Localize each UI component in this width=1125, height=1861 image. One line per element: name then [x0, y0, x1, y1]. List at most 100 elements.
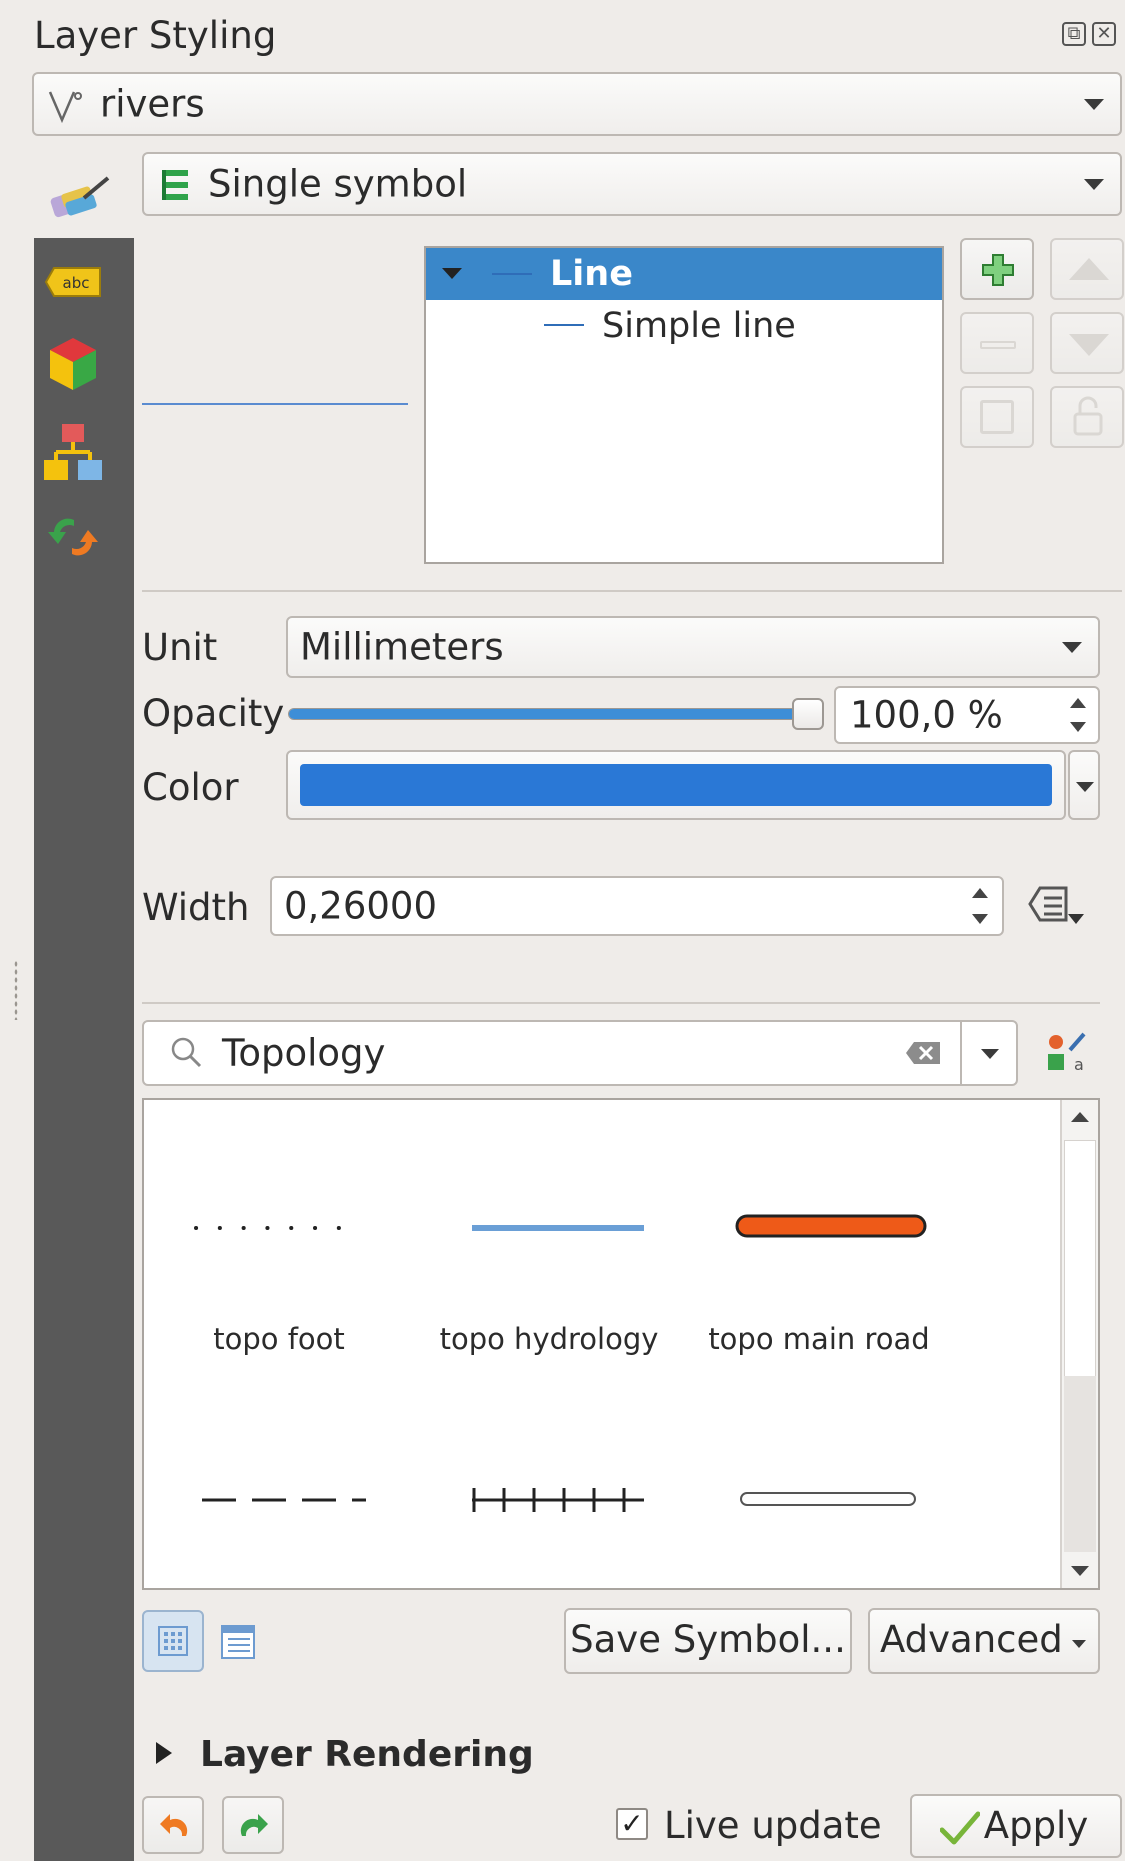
symbol-preview	[142, 403, 408, 405]
symbol-preview-railway[interactable]	[470, 1482, 646, 1518]
width-spinbox[interactable]: 0,26000	[270, 876, 1004, 936]
separator	[142, 1002, 1100, 1004]
renderer-select-value: Single symbol	[208, 162, 468, 206]
minus-icon	[980, 341, 1016, 349]
separator	[142, 590, 1122, 592]
spin-up-icon[interactable]	[1070, 698, 1086, 708]
chevron-down-icon	[1084, 99, 1104, 110]
scroll-thumb[interactable]	[1064, 1140, 1096, 1396]
opacity-slider-handle[interactable]	[792, 698, 824, 730]
symbol-preview-dashed[interactable]	[200, 1490, 370, 1510]
redo-button[interactable]	[222, 1796, 284, 1854]
expand-triangle-icon[interactable]	[442, 268, 462, 279]
layer-select[interactable]: rivers	[32, 72, 1122, 136]
history-undo-redo-icon[interactable]	[44, 510, 102, 564]
advanced-button[interactable]: Advanced	[868, 1608, 1100, 1674]
color-button[interactable]	[286, 750, 1066, 820]
plus-icon	[982, 254, 1014, 286]
diagrams-icon[interactable]	[42, 420, 102, 482]
svg-text:abc: abc	[63, 274, 90, 292]
scroll-up-icon[interactable]	[1071, 1112, 1089, 1122]
live-update-checkbox[interactable]: ✓	[616, 1808, 648, 1840]
live-update-label[interactable]: Live update	[664, 1804, 882, 1847]
style-manager-icon[interactable]: a	[1044, 1030, 1090, 1076]
save-symbol-label: Save Symbol...	[570, 1618, 846, 1661]
labels-abc-icon[interactable]: abc	[44, 264, 104, 300]
save-symbol-button[interactable]: Save Symbol...	[564, 1608, 852, 1674]
search-history-dropdown[interactable]	[960, 1022, 1016, 1084]
color-menu-button[interactable]	[1068, 750, 1100, 820]
symbol-label-topo-foot: topo foot	[213, 1322, 345, 1356]
search-icon	[171, 1037, 202, 1068]
add-symbol-layer-button[interactable]	[960, 238, 1034, 300]
symbol-preview-blue-line[interactable]	[470, 1218, 646, 1238]
library-scrollbar[interactable]	[1060, 1100, 1098, 1588]
svg-text:a: a	[1074, 1055, 1084, 1074]
duplicate-symbol-layer-button[interactable]	[960, 386, 1034, 448]
float-panel-icon[interactable]: ⧉	[1062, 22, 1086, 46]
symbol-search-input[interactable]: Topology	[142, 1020, 1018, 1086]
expand-layer-rendering-icon[interactable]	[156, 1742, 172, 1764]
layer-rendering-label[interactable]: Layer Rendering	[200, 1734, 534, 1775]
opacity-spinbox[interactable]: 100,0 %	[834, 686, 1100, 744]
advanced-label: Advanced	[880, 1618, 1063, 1661]
scroll-track[interactable]	[1064, 1376, 1096, 1552]
symbol-library-view[interactable]: topo foot topo hydrology topo main road	[142, 1098, 1100, 1590]
apply-button[interactable]: Apply	[910, 1794, 1122, 1858]
opacity-value: 100,0 %	[850, 693, 1003, 737]
opacity-slider-fill	[289, 709, 823, 719]
width-label: Width	[142, 886, 250, 929]
single-symbol-icon	[162, 170, 188, 200]
undo-icon	[160, 1814, 188, 1836]
list-view-icon[interactable]	[220, 1624, 256, 1660]
clear-text-icon[interactable]	[904, 1040, 942, 1066]
chevron-down-icon	[1072, 1640, 1086, 1648]
opacity-label: Opacity	[142, 692, 285, 735]
opacity-slider-track[interactable]	[288, 708, 824, 720]
symbology-paintbrush-icon[interactable]	[48, 168, 114, 224]
redo-icon	[240, 1814, 268, 1836]
chevron-down-icon	[981, 1049, 999, 1059]
splitter-handle[interactable]	[14, 960, 18, 1020]
spin-down-icon[interactable]	[1070, 722, 1086, 732]
symbol-label-topo-main-road: topo main road	[708, 1322, 930, 1356]
tree-item-simple-line[interactable]: Simple line	[426, 300, 942, 352]
unit-select[interactable]: Millimeters	[286, 616, 1100, 678]
3d-view-cube-icon[interactable]	[46, 334, 100, 394]
chevron-down-icon	[1076, 782, 1094, 792]
symbol-layer-tree[interactable]: Line Simple line	[424, 246, 944, 564]
spin-down-icon[interactable]	[972, 914, 988, 924]
width-value: 0,26000	[284, 884, 438, 928]
unit-select-value: Millimeters	[300, 625, 504, 669]
icon-view-button[interactable]	[142, 1610, 204, 1672]
undo-button[interactable]	[142, 1796, 204, 1854]
remove-symbol-layer-button[interactable]	[960, 312, 1034, 374]
arrow-down-icon	[1069, 334, 1109, 356]
grid-view-icon	[158, 1626, 188, 1656]
arrow-up-icon	[1069, 258, 1109, 280]
move-down-button[interactable]	[1050, 312, 1124, 374]
spin-up-icon[interactable]	[972, 888, 988, 898]
symbol-preview-outline-road[interactable]	[738, 1488, 918, 1512]
checkmark-icon	[940, 1811, 980, 1845]
color-swatch	[300, 764, 1052, 806]
left-edge	[0, 0, 32, 1861]
scroll-down-icon[interactable]	[1071, 1566, 1089, 1576]
renderer-select[interactable]: Single symbol	[142, 152, 1122, 216]
lock-symbol-layer-button[interactable]	[1050, 386, 1124, 448]
symbol-label-topo-hydrology: topo hydrology	[439, 1322, 659, 1356]
symbol-preview-dotted[interactable]	[192, 1218, 362, 1238]
tree-item-line[interactable]: Line	[426, 248, 942, 300]
data-defined-override-icon[interactable]	[1026, 884, 1090, 928]
move-up-button[interactable]	[1050, 238, 1124, 300]
duplicate-icon	[980, 400, 1014, 434]
close-panel-icon[interactable]: ✕	[1092, 22, 1116, 46]
unit-label: Unit	[142, 626, 218, 669]
symbol-preview-orange-road[interactable]	[734, 1212, 928, 1242]
tree-item-line-label: Line	[550, 254, 633, 294]
line-layer-icon	[48, 91, 82, 124]
simple-line-icon	[544, 324, 584, 326]
tree-item-simple-line-label: Simple line	[602, 306, 796, 346]
color-label: Color	[142, 766, 239, 809]
line-symbol-icon	[492, 273, 532, 275]
